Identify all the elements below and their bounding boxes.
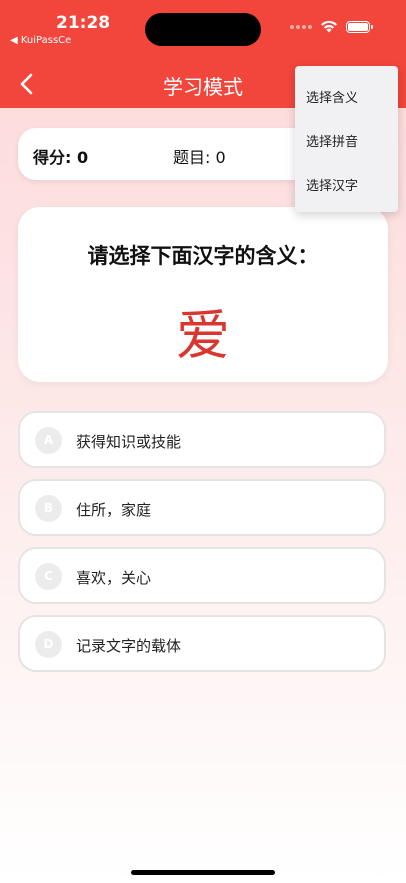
option-letter-badge: D bbox=[35, 631, 62, 658]
option-text: 获得知识或技能 bbox=[76, 433, 182, 451]
home-indicator[interactable] bbox=[131, 870, 275, 875]
status-time: 21:28 bbox=[56, 13, 111, 33]
question-number-label: 题目: 0 bbox=[173, 148, 226, 167]
menu-item-select-meaning[interactable]: 选择含义 bbox=[306, 87, 358, 106]
status-back-app-link[interactable]: ◀ KuiPassCe bbox=[10, 35, 71, 46]
dynamic-island bbox=[145, 13, 261, 46]
wifi-icon bbox=[321, 20, 337, 33]
question-character: 爱 bbox=[176, 304, 230, 367]
option-b-button[interactable]: B 住所，家庭 bbox=[18, 479, 386, 536]
option-text: 记录文字的载体 bbox=[76, 637, 182, 655]
option-c-button[interactable]: C 喜欢，关心 bbox=[18, 547, 386, 604]
option-text: 喜欢，关心 bbox=[76, 569, 152, 587]
mode-dropdown-menu: 选择含义 选择拼音 选择汉字 bbox=[295, 66, 398, 212]
option-a-button[interactable]: A 获得知识或技能 bbox=[18, 411, 386, 468]
option-text: 住所，家庭 bbox=[76, 501, 152, 519]
battery-icon bbox=[346, 20, 373, 33]
menu-item-select-pinyin[interactable]: 选择拼音 bbox=[306, 131, 358, 150]
signal-icon bbox=[290, 24, 312, 29]
option-letter-badge: C bbox=[35, 563, 62, 590]
option-d-button[interactable]: D 记录文字的载体 bbox=[18, 615, 386, 672]
score-label: 得分: 0 bbox=[33, 148, 89, 167]
question-card: 请选择下面汉字的含义： 爱 bbox=[18, 207, 388, 382]
option-letter-badge: B bbox=[35, 495, 62, 522]
option-letter-badge: A bbox=[35, 427, 62, 454]
question-prompt: 请选择下面汉字的含义： bbox=[87, 244, 319, 268]
status-icons bbox=[290, 20, 373, 33]
menu-item-select-character[interactable]: 选择汉字 bbox=[306, 175, 358, 194]
